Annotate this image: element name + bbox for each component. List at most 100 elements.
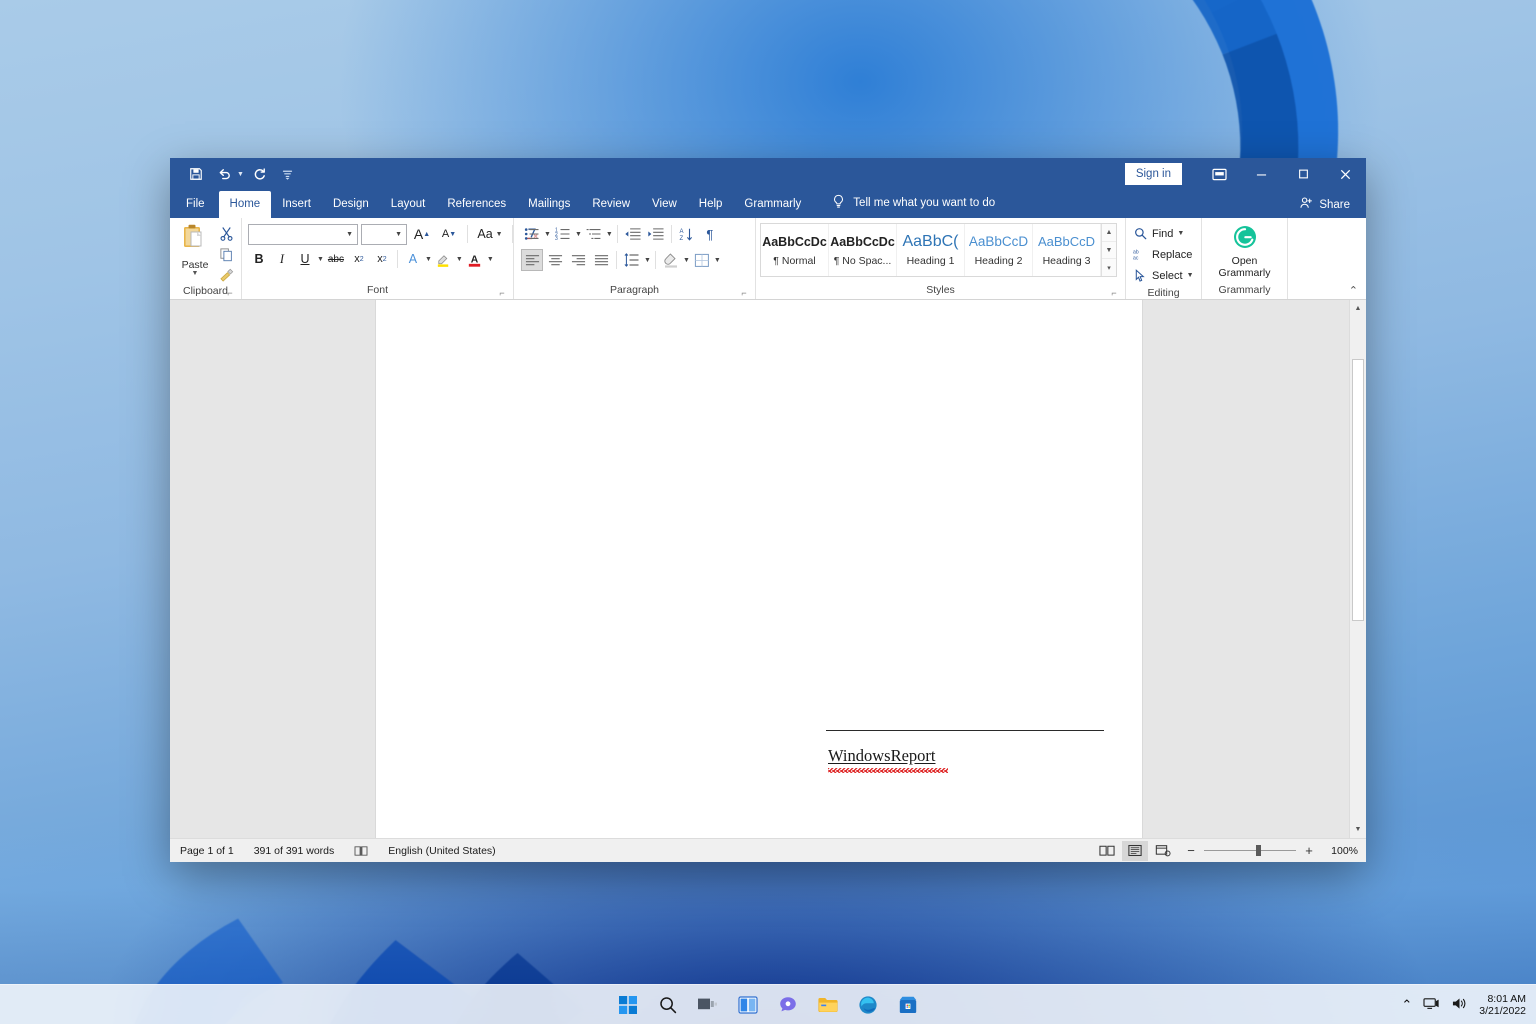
font-size-combo[interactable]: ▼ [361,223,407,245]
ribbon-display-options-icon[interactable] [1198,158,1240,190]
style-normal[interactable]: AaBbCcDc ¶ Normal [761,224,829,276]
shading-button[interactable] [660,249,682,271]
widgets-icon[interactable] [735,992,761,1018]
font-dialog-launcher[interactable]: ⌐ [497,288,507,298]
file-explorer-icon[interactable] [815,992,841,1018]
line-spacing-dropdown-icon[interactable]: ▼ [644,257,651,264]
show-formatting-marks-button[interactable]: ¶ [699,223,721,245]
styles-scroll-up-icon[interactable]: ▲ [1102,224,1116,242]
styles-more-icon[interactable]: ▾ [1102,259,1116,276]
maximize-button[interactable] [1282,158,1324,190]
styles-gallery-scrollbar[interactable]: ▲ ▼ ▾ [1101,224,1116,276]
select-dropdown-icon[interactable]: ▼ [1187,272,1194,279]
network-icon[interactable] [1423,996,1440,1014]
multilevel-dropdown-icon[interactable]: ▼ [606,231,613,238]
line-spacing-button[interactable] [621,249,643,271]
chevron-down-icon[interactable]: ▼ [395,231,402,238]
subscript-button[interactable]: x2 [348,248,370,270]
show-hidden-icons-icon[interactable]: ⌃ [1401,997,1412,1013]
text-effects-button[interactable]: A [402,248,424,270]
replace-button[interactable]: ab ac Replace [1130,244,1192,265]
task-view-icon[interactable] [695,992,721,1018]
numbering-button[interactable]: 123 [552,223,574,245]
select-button[interactable]: Select ▼ [1130,265,1194,286]
tab-review[interactable]: Review [581,191,641,218]
tab-view[interactable]: View [641,191,688,218]
numbering-dropdown-icon[interactable]: ▼ [575,231,582,238]
borders-button[interactable] [691,249,713,271]
scrollbar-thumb[interactable] [1352,359,1364,621]
minimize-button[interactable] [1240,158,1282,190]
clock[interactable]: 8:01 AM 3/21/2022 [1479,993,1526,1017]
superscript-button[interactable]: x2 [371,248,393,270]
highlight-dropdown-icon[interactable]: ▼ [456,256,463,263]
tab-grammarly[interactable]: Grammarly [733,191,812,218]
borders-dropdown-icon[interactable]: ▼ [714,257,721,264]
style-heading-1[interactable]: AaBbC( Heading 1 [897,224,965,276]
language-indicator[interactable]: English (United States) [378,845,505,857]
read-mode-icon[interactable] [1094,841,1120,861]
open-grammarly-button[interactable]: Open Grammarly [1206,221,1283,279]
align-center-button[interactable] [544,249,566,271]
microsoft-store-icon[interactable] [895,992,921,1018]
paragraph-dialog-launcher[interactable]: ⌐ [739,288,749,298]
undo-dropdown-icon[interactable]: ▼ [237,171,244,178]
tab-file[interactable]: File [170,191,219,218]
customize-quick-access-icon[interactable] [276,163,300,185]
font-color-dropdown-icon[interactable]: ▼ [487,256,494,263]
undo-icon[interactable] [212,163,236,185]
strikethrough-button[interactable]: abc [325,248,347,270]
collapse-ribbon-icon[interactable]: ⌃ [1349,284,1358,297]
bullets-dropdown-icon[interactable]: ▼ [544,231,551,238]
zoom-control[interactable]: − + 100% [1184,843,1358,858]
italic-button[interactable]: I [271,248,293,270]
underline-dropdown-icon[interactable]: ▼ [317,256,324,263]
clipboard-dialog-launcher[interactable]: ⌐ [225,288,235,298]
share-button[interactable]: Share [1299,196,1350,213]
bold-button[interactable]: B [248,248,270,270]
zoom-slider[interactable] [1204,845,1296,856]
word-count[interactable]: 391 of 391 words [244,845,345,857]
bullets-button[interactable] [521,223,543,245]
tell-me-box[interactable]: Tell me what you want to do [832,194,995,218]
find-dropdown-icon[interactable]: ▼ [1177,230,1184,237]
align-left-button[interactable] [521,249,543,271]
find-button[interactable]: Find ▼ [1130,223,1184,244]
save-icon[interactable] [184,163,208,185]
tab-insert[interactable]: Insert [271,191,322,218]
align-right-button[interactable] [567,249,589,271]
tab-design[interactable]: Design [322,191,380,218]
tab-references[interactable]: References [436,191,517,218]
sign-in-button[interactable]: Sign in [1124,163,1182,185]
styles-scroll-down-icon[interactable]: ▼ [1102,242,1116,260]
redo-icon[interactable] [248,163,272,185]
page-info[interactable]: Page 1 of 1 [170,845,244,857]
tab-help[interactable]: Help [688,191,734,218]
chevron-down-icon[interactable]: ▼ [346,231,353,238]
text-effects-dropdown-icon[interactable]: ▼ [425,256,432,263]
search-icon[interactable] [655,992,681,1018]
underline-button[interactable]: U [294,248,316,270]
multilevel-list-button[interactable] [583,223,605,245]
close-button[interactable] [1324,158,1366,190]
document-area[interactable]: WindowsReport ▲ ▼ [170,300,1366,838]
web-layout-icon[interactable] [1150,841,1176,861]
font-name-combo[interactable]: ▼ [248,223,358,245]
style-heading-2[interactable]: AaBbCcD Heading 2 [965,224,1033,276]
edge-icon[interactable] [855,992,881,1018]
style-no-spacing[interactable]: AaBbCcDc ¶ No Spac... [829,224,897,276]
tab-mailings[interactable]: Mailings [517,191,581,218]
decrease-indent-button[interactable] [622,223,644,245]
paste-button[interactable]: Paste ▼ [174,221,216,277]
shading-dropdown-icon[interactable]: ▼ [683,257,690,264]
zoom-level[interactable]: 100% [1326,845,1358,857]
paste-dropdown-icon[interactable]: ▼ [192,270,199,277]
change-case-button[interactable]: Aa ▼ [474,223,506,245]
tab-home[interactable]: Home [218,191,272,218]
chevron-down-icon[interactable]: ▼ [496,231,503,238]
tab-layout[interactable]: Layout [380,191,437,218]
print-layout-icon[interactable] [1122,840,1148,861]
format-painter-icon[interactable] [216,266,236,284]
vertical-scrollbar[interactable]: ▲ ▼ [1349,300,1366,838]
justify-button[interactable] [590,249,612,271]
